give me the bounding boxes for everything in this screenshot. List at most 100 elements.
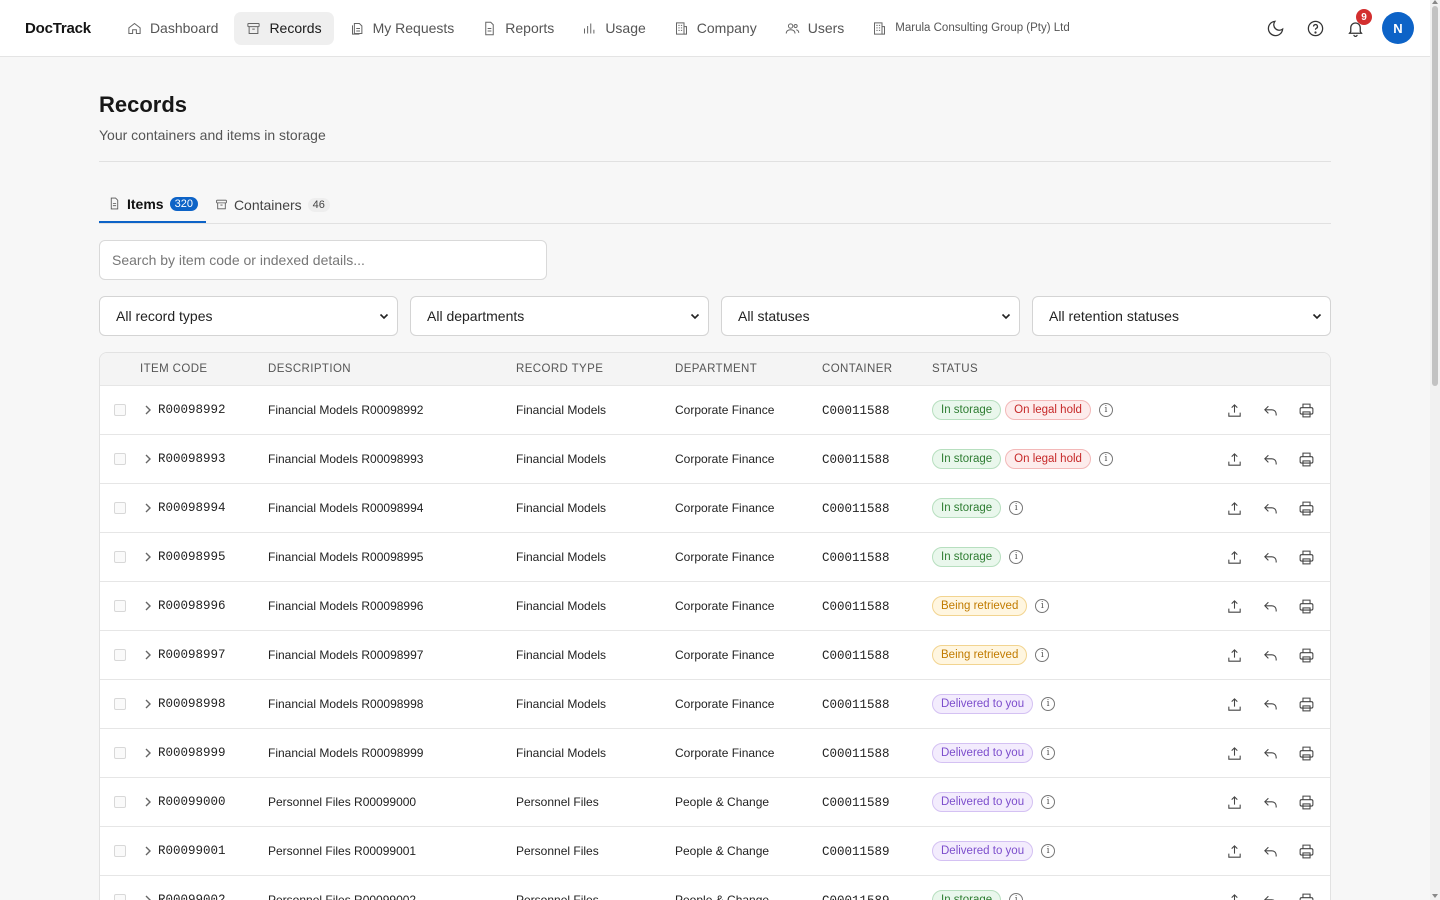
nav-item-usage[interactable]: Usage bbox=[570, 12, 657, 45]
request-button[interactable] bbox=[1226, 598, 1243, 615]
item-code[interactable]: R00099000 bbox=[158, 795, 226, 809]
print-button[interactable] bbox=[1298, 892, 1315, 900]
nav-item-company[interactable]: Company bbox=[662, 12, 769, 45]
tab-items[interactable]: Items 320 bbox=[99, 186, 206, 223]
table-row[interactable]: R00098993 Financial Models R00098993 Finan… bbox=[100, 435, 1330, 484]
return-button[interactable] bbox=[1262, 745, 1279, 762]
return-button[interactable] bbox=[1262, 696, 1279, 713]
row-checkbox[interactable] bbox=[114, 894, 126, 900]
info-icon[interactable]: i bbox=[1041, 795, 1056, 809]
table-row[interactable]: R00098994 Financial Models R00098994 Finan… bbox=[100, 484, 1330, 533]
return-button[interactable] bbox=[1262, 647, 1279, 664]
info-icon[interactable]: i bbox=[1035, 648, 1050, 662]
item-container[interactable]: C00011588 bbox=[822, 453, 890, 467]
chevron-right-icon[interactable] bbox=[144, 699, 152, 709]
notifications-button[interactable]: 9 bbox=[1342, 9, 1372, 44]
item-code[interactable]: R00098992 bbox=[158, 403, 226, 417]
item-container[interactable]: C00011588 bbox=[822, 404, 890, 418]
col-status[interactable]: STATUS bbox=[932, 363, 1330, 375]
info-icon[interactable]: i bbox=[1041, 697, 1056, 711]
table-row[interactable]: R00098995 Financial Models R00098995 Finan… bbox=[100, 533, 1330, 582]
item-code[interactable]: R00099002 bbox=[158, 893, 226, 900]
nav-item-users[interactable]: Users bbox=[773, 12, 857, 45]
row-checkbox[interactable] bbox=[114, 698, 126, 710]
table-row[interactable]: R00099002 Personnel Files R00099002 Person… bbox=[100, 876, 1330, 900]
info-icon[interactable]: i bbox=[1041, 844, 1056, 858]
print-button[interactable] bbox=[1298, 745, 1315, 762]
item-code[interactable]: R00098996 bbox=[158, 599, 226, 613]
item-container[interactable]: C00011588 bbox=[822, 747, 890, 761]
item-code[interactable]: R00098997 bbox=[158, 648, 226, 662]
item-container[interactable]: C00011589 bbox=[822, 894, 890, 900]
request-button[interactable] bbox=[1226, 696, 1243, 713]
scroll-up-arrow-icon[interactable] bbox=[1432, 0, 1438, 4]
chevron-right-icon[interactable] bbox=[144, 552, 152, 562]
row-checkbox[interactable] bbox=[114, 845, 126, 857]
item-code[interactable]: R00098994 bbox=[158, 501, 226, 515]
theme-toggle-button[interactable] bbox=[1262, 12, 1288, 44]
return-button[interactable] bbox=[1262, 549, 1279, 566]
record-type-filter[interactable]: All record types bbox=[99, 296, 398, 336]
row-checkbox[interactable] bbox=[114, 404, 126, 416]
item-container[interactable]: C00011588 bbox=[822, 649, 890, 663]
table-row[interactable]: R00098999 Financial Models R00098999 Finan… bbox=[100, 729, 1330, 778]
chevron-right-icon[interactable] bbox=[144, 454, 152, 464]
request-button[interactable] bbox=[1226, 549, 1243, 566]
row-checkbox[interactable] bbox=[114, 600, 126, 612]
page-scrollbar[interactable] bbox=[1430, 0, 1440, 900]
scroll-down-arrow-icon[interactable] bbox=[1432, 894, 1438, 898]
help-button[interactable] bbox=[1302, 12, 1328, 44]
nav-item-records[interactable]: Records bbox=[234, 11, 334, 45]
info-icon[interactable]: i bbox=[1035, 599, 1050, 613]
chevron-right-icon[interactable] bbox=[144, 405, 152, 415]
nav-item-reports[interactable]: Reports bbox=[470, 12, 566, 45]
request-button[interactable] bbox=[1226, 794, 1243, 811]
print-button[interactable] bbox=[1298, 451, 1315, 468]
department-filter[interactable]: All departments bbox=[410, 296, 709, 336]
row-checkbox[interactable] bbox=[114, 649, 126, 661]
row-checkbox[interactable] bbox=[114, 551, 126, 563]
return-button[interactable] bbox=[1262, 794, 1279, 811]
return-button[interactable] bbox=[1262, 892, 1279, 900]
item-container[interactable]: C00011589 bbox=[822, 796, 890, 810]
return-button[interactable] bbox=[1262, 598, 1279, 615]
table-row[interactable]: R00098992 Financial Models R00098992 Finan… bbox=[100, 386, 1330, 435]
print-button[interactable] bbox=[1298, 843, 1315, 860]
return-button[interactable] bbox=[1262, 843, 1279, 860]
request-button[interactable] bbox=[1226, 745, 1243, 762]
item-code[interactable]: R00098993 bbox=[158, 452, 226, 466]
request-button[interactable] bbox=[1226, 500, 1243, 517]
chevron-right-icon[interactable] bbox=[144, 895, 152, 900]
request-button[interactable] bbox=[1226, 843, 1243, 860]
print-button[interactable] bbox=[1298, 500, 1315, 517]
table-row[interactable]: R00098997 Financial Models R00098997 Finan… bbox=[100, 631, 1330, 680]
item-container[interactable]: C00011588 bbox=[822, 600, 890, 614]
info-icon[interactable]: i bbox=[1098, 452, 1113, 466]
request-button[interactable] bbox=[1226, 402, 1243, 419]
chevron-right-icon[interactable] bbox=[144, 503, 152, 513]
row-checkbox[interactable] bbox=[114, 796, 126, 808]
print-button[interactable] bbox=[1298, 598, 1315, 615]
row-checkbox[interactable] bbox=[114, 453, 126, 465]
retention-status-filter[interactable]: All retention statuses bbox=[1032, 296, 1331, 336]
nav-item-marula-consulting-group-pty-ltd[interactable]: Marula Consulting Group (Pty) Ltd bbox=[860, 12, 1082, 45]
row-checkbox[interactable] bbox=[114, 747, 126, 759]
col-item-code[interactable]: ITEM CODE bbox=[140, 363, 268, 375]
chevron-right-icon[interactable] bbox=[144, 748, 152, 758]
col-department[interactable]: DEPARTMENT bbox=[675, 363, 822, 375]
status-filter[interactable]: All statuses bbox=[721, 296, 1020, 336]
item-container[interactable]: C00011588 bbox=[822, 551, 890, 565]
item-container[interactable]: C00011588 bbox=[822, 502, 890, 516]
info-icon[interactable]: i bbox=[1009, 550, 1024, 564]
info-icon[interactable]: i bbox=[1009, 501, 1024, 515]
return-button[interactable] bbox=[1262, 451, 1279, 468]
chevron-right-icon[interactable] bbox=[144, 846, 152, 856]
nav-item-my-requests[interactable]: My Requests bbox=[338, 12, 467, 45]
chevron-right-icon[interactable] bbox=[144, 797, 152, 807]
tab-containers[interactable]: Containers 46 bbox=[206, 186, 338, 223]
print-button[interactable] bbox=[1298, 696, 1315, 713]
chevron-right-icon[interactable] bbox=[144, 601, 152, 611]
item-code[interactable]: R00098995 bbox=[158, 550, 226, 564]
return-button[interactable] bbox=[1262, 500, 1279, 517]
request-button[interactable] bbox=[1226, 892, 1243, 900]
